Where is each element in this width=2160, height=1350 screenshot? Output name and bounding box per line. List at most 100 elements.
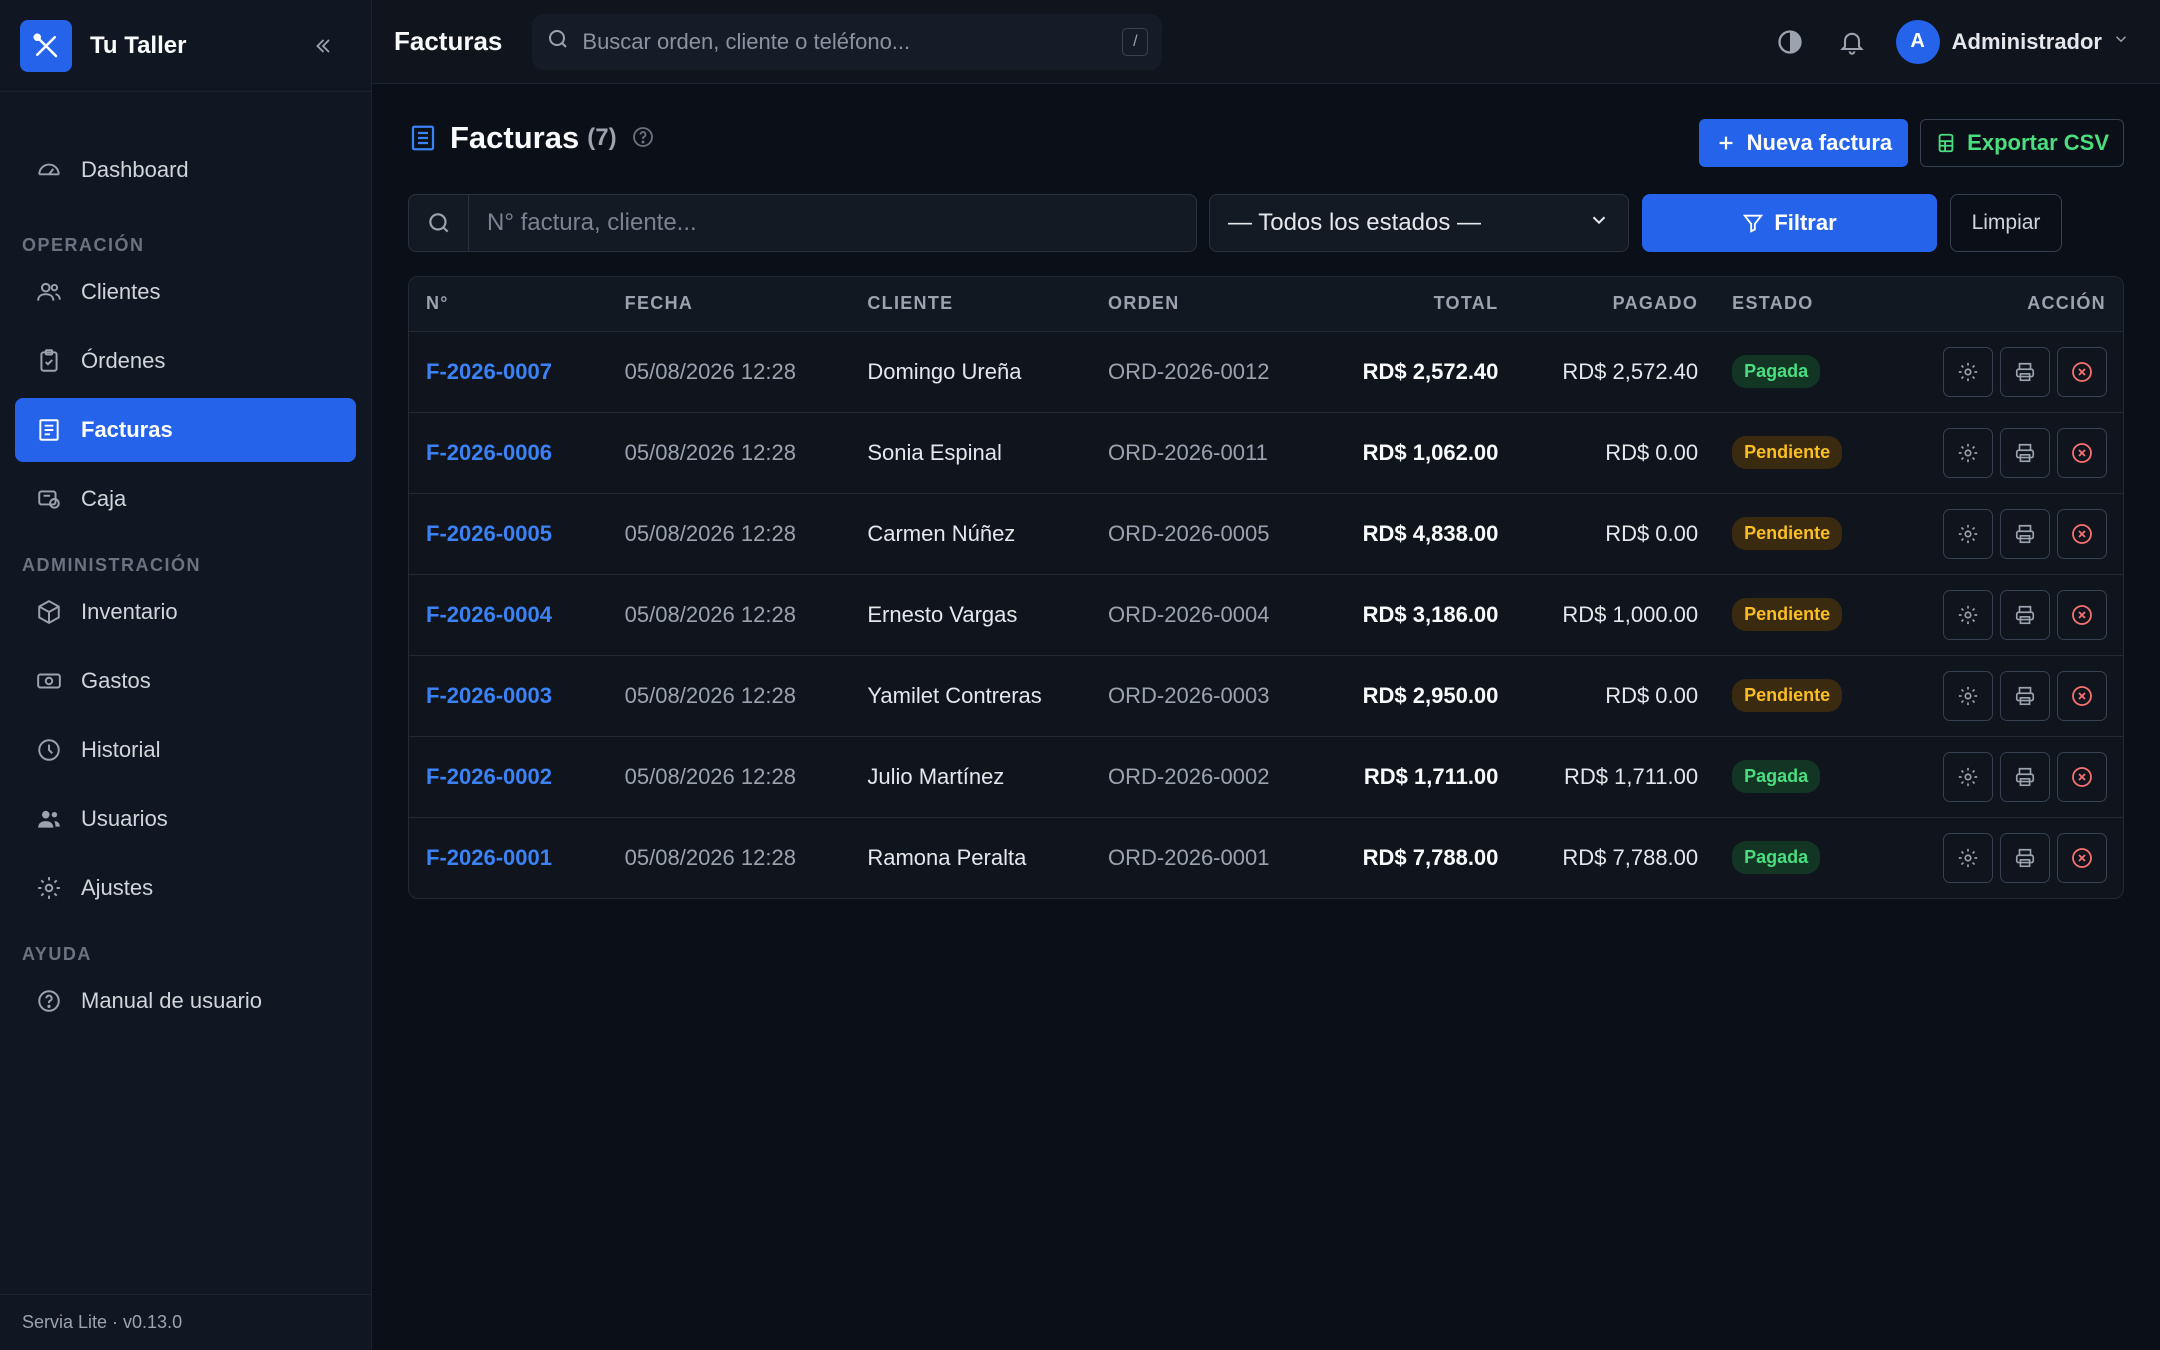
tools-icon[interactable] [20, 19, 72, 72]
cancel-icon[interactable] [2057, 346, 2107, 397]
gear-icon[interactable] [1943, 346, 1993, 397]
bell-icon[interactable] [1834, 24, 1870, 60]
gear-icon[interactable] [1943, 508, 1993, 559]
status-cell: Pendiente [1715, 412, 1905, 494]
invoice-search-input[interactable] [469, 209, 1196, 237]
invoice-date: 05/08/2026 12:28 [607, 412, 851, 494]
filter-button-label: Filtrar [1774, 210, 1837, 235]
sidebar-item-label: Facturas [81, 417, 173, 442]
sidebar-item-label: Clientes [81, 279, 161, 304]
cancel-icon[interactable] [2057, 508, 2107, 559]
invoice-order: ORD-2026-0011 [1091, 412, 1301, 494]
status-select[interactable]: — Todos los estados — [1209, 194, 1629, 252]
user-name[interactable]: Administrador [1952, 29, 2102, 55]
new-invoice-button[interactable]: Nueva factura [1698, 119, 1909, 167]
invoice-number-link[interactable]: F-2026-0004 [409, 574, 608, 656]
gauge-icon [35, 156, 63, 184]
gear-icon [35, 874, 63, 902]
invoice-order: ORD-2026-0002 [1091, 736, 1301, 818]
sidebar-item-ajustes[interactable]: Ajustes [15, 856, 356, 920]
invoice-paid: RD$ 7,788.00 [1562, 844, 1699, 870]
row-actions [1922, 670, 2123, 721]
sidebar-item-historial[interactable]: Historial [15, 718, 356, 782]
sidebar-item-dashboard[interactable]: Dashboard [15, 138, 356, 202]
status-cell: Pagada [1715, 331, 1905, 413]
column-header[interactable]: FECHA [607, 277, 851, 332]
status-select-value: — Todos los estados — [1228, 209, 1482, 236]
cancel-icon[interactable] [2057, 751, 2107, 802]
table-body: F-2026-0007 05/08/2026 12:28 Domingo Ureña… [409, 331, 2123, 898]
cancel-icon[interactable] [2057, 832, 2107, 883]
sidebar-item-facturas[interactable]: Facturas [15, 398, 356, 462]
cancel-icon[interactable] [2057, 427, 2107, 478]
sidebar-item-clientes[interactable]: Clientes [15, 260, 356, 324]
actions-cell [1904, 736, 2123, 818]
invoice-number-link[interactable]: F-2026-0006 [409, 412, 608, 494]
gear-icon[interactable] [1943, 832, 1993, 883]
table-row: F-2026-0006 05/08/2026 12:28 Sonia Espinal… [409, 412, 2123, 494]
sidebar-item-gastos[interactable]: Gastos [15, 649, 356, 713]
gear-icon[interactable] [1943, 670, 1993, 721]
invoice-number-link[interactable]: F-2026-0002 [409, 736, 608, 818]
theme-toggle-icon[interactable] [1772, 24, 1808, 60]
printer-icon[interactable] [2000, 589, 2050, 640]
gear-icon[interactable] [1943, 427, 1993, 478]
printer-icon[interactable] [2000, 346, 2050, 397]
help-circle-icon[interactable] [631, 125, 657, 151]
column-header[interactable]: PAGADO [1515, 277, 1716, 332]
chevron-down-icon[interactable] [2112, 30, 2130, 53]
gear-icon[interactable] [1943, 751, 1993, 802]
invoice-paid: RD$ 0.00 [1515, 655, 1716, 737]
printer-icon[interactable] [2000, 427, 2050, 478]
new-invoice-label: Nueva factura [1746, 130, 1893, 155]
help-circle-icon [35, 987, 63, 1015]
status-badge: Pendiente [1732, 436, 1843, 469]
printer-icon[interactable] [2000, 751, 2050, 802]
invoice-number-link[interactable]: F-2026-0007 [409, 331, 608, 413]
column-header[interactable]: N° [409, 277, 608, 332]
chevron-down-icon [1588, 209, 1610, 238]
table-row: F-2026-0002 05/08/2026 12:28 Julio Martíne… [409, 736, 2123, 818]
invoice-total: RD$ 4,838.00 [1300, 493, 1516, 575]
sidebar-item-usuarios[interactable]: Usuarios [15, 787, 356, 851]
gear-icon[interactable] [1943, 589, 1993, 640]
printer-icon[interactable] [2000, 670, 2050, 721]
table-row: F-2026-0001 05/08/2026 12:28 Ramona Peralt… [409, 817, 2123, 898]
export-csv-button[interactable]: Exportar CSV [1920, 119, 2124, 167]
table-row: F-2026-0005 05/08/2026 12:28 Carmen Núñez O… [409, 493, 2123, 575]
printer-icon[interactable] [2000, 832, 2050, 883]
column-header[interactable]: ESTADO [1715, 277, 1905, 332]
printer-icon[interactable] [2000, 508, 2050, 559]
sidebar-item-caja[interactable]: Caja [15, 467, 356, 531]
clear-button[interactable]: Limpiar [1950, 194, 2062, 252]
cancel-icon[interactable] [2057, 589, 2107, 640]
sidebar-item-manual[interactable]: Manual de usuario [15, 969, 356, 1033]
invoice-total: RD$ 1,062.00 [1300, 412, 1516, 494]
sidebar-item-ordenes[interactable]: Órdenes [15, 329, 356, 393]
invoice-client: Julio Martínez [850, 736, 1092, 818]
sidebar-nav: Dashboard OPERACIÓN Clientes Órdenes Fac… [0, 92, 371, 1033]
filter-button[interactable]: Filtrar [1642, 194, 1937, 252]
collapse-sidebar-icon[interactable] [309, 32, 337, 60]
sidebar-item-label: Dashboard [81, 157, 189, 182]
row-actions [1922, 427, 2123, 478]
cancel-icon[interactable] [2057, 670, 2107, 721]
invoice-paid: RD$ 1,000.00 [1515, 574, 1716, 656]
global-search[interactable]: / [532, 13, 1163, 70]
banknote-icon [35, 667, 63, 695]
status-cell: Pagada [1715, 736, 1905, 818]
invoice-number-link[interactable]: F-2026-0003 [409, 655, 608, 737]
invoice-number-link[interactable]: F-2026-0001 [409, 817, 608, 898]
column-header[interactable]: TOTAL [1300, 277, 1516, 332]
invoice-search[interactable] [408, 194, 1197, 252]
sidebar-item-inventario[interactable]: Inventario [15, 580, 356, 644]
invoice-client: Domingo Ureña [850, 331, 1092, 413]
global-search-input[interactable] [582, 28, 1123, 55]
avatar[interactable]: A [1895, 19, 1940, 64]
topbar: Facturas / A Administrador [372, 0, 2160, 84]
status-cell: Pendiente [1715, 574, 1905, 656]
invoice-number-link[interactable]: F-2026-0005 [409, 493, 608, 575]
column-header[interactable]: CLIENTE [850, 277, 1092, 332]
column-header[interactable]: ORDEN [1091, 277, 1301, 332]
table-row: F-2026-0004 05/08/2026 12:28 Ernesto Varga… [409, 574, 2123, 656]
